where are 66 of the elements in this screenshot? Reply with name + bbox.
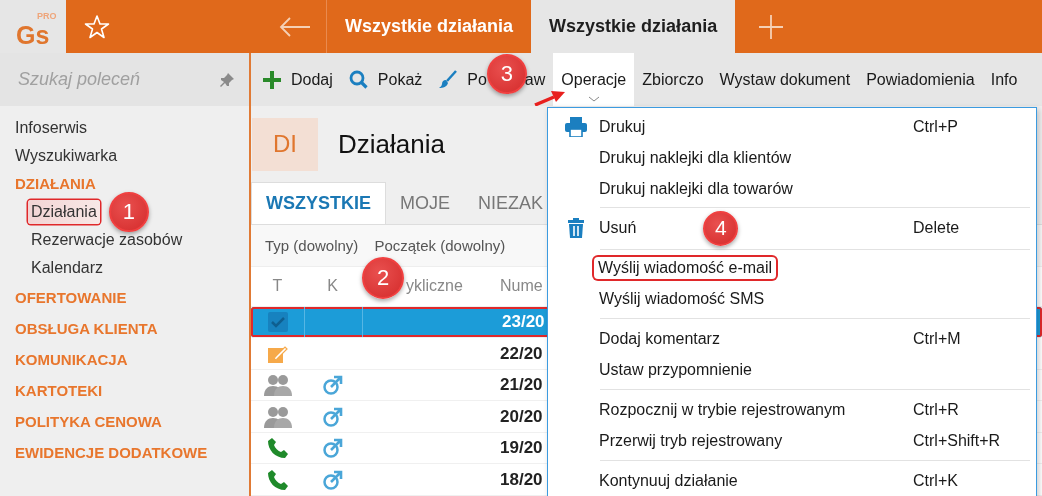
shortcut-text: Ctrl+R [913,400,960,419]
callout-badge: 4 [703,210,739,246]
phone-icon [266,468,289,491]
menu-item[interactable]: Rozpocznij w trybie rejestrowanym Ctrl+R [548,394,1036,425]
toolbar-button[interactable]: Powiadomienia [858,53,983,106]
plus-icon [263,70,281,89]
sidebar-item[interactable]: Wyszukiwarka [0,142,249,170]
menu-item[interactable]: Drukuj naklejki dla klientów [548,142,1036,173]
pin-icon[interactable] [219,71,235,88]
toolbar-button[interactable]: Zbiorczo [634,53,712,106]
column-header[interactable]: ykliczne [406,277,463,296]
brush-icon [438,70,458,89]
phone-icon [266,437,289,460]
menu-item[interactable]: Wyślij wiadomość e-mail [548,252,1036,283]
search-icon [348,70,368,89]
table-cell-text: 19/20 [500,437,543,460]
menu-item[interactable]: Drukuj Ctrl+P [548,111,1036,142]
table-cell-text: 23/20 [502,310,545,333]
search-input[interactable]: Szukaj poleceń [16,68,219,91]
shortcut-text: Ctrl+Shift+R [913,431,1002,450]
table-cell-text: 22/20 [500,342,543,365]
menu-item[interactable]: Przerwij tryb rejestrowany Ctrl+Shift+R [548,425,1036,456]
sidebar-item[interactable]: Działania [28,200,100,224]
toolbar-button[interactable]: Dodaj [255,53,341,106]
toolbar-button[interactable]: Pokaż [340,53,431,106]
view-tab[interactable]: MOJE [386,182,465,225]
filter-dropdown[interactable]: Typ (dowolny) [265,236,359,254]
sidebar-item[interactable]: Infoserwis [0,114,249,142]
people-icon [263,405,292,428]
menu-item[interactable]: Dodaj komentarz Ctrl+M [548,323,1036,354]
star-icon[interactable] [84,13,110,40]
back-arrow-icon[interactable] [279,16,311,37]
page-title: Działania [338,128,445,160]
check-icon [267,311,288,332]
toolbar-button[interactable]: Po 3 aw [430,53,554,106]
table-cell-text: 20/20 [500,405,543,428]
logo-text: Gs [16,24,50,46]
shortcut-text: Ctrl+K [913,471,959,490]
table-cell-text: 18/20 [500,468,543,491]
add-tab-icon[interactable] [759,14,784,39]
menu-item[interactable]: Kontynuuj działanie Ctrl+K [548,465,1036,496]
table-cell-text: 21/20 [500,374,543,397]
search-field[interactable]: Szukaj poleceń [0,53,251,106]
menu-item[interactable]: Wyślij wiadomość SMS [548,283,1036,314]
toolbar-button[interactable]: Operacje [553,53,635,106]
column-header[interactable]: K [327,277,338,296]
column-header[interactable]: T [272,277,283,296]
sidebar-item[interactable]: Kalendarz [28,256,107,280]
callout-badge: 2 [362,257,404,300]
people-icon [263,374,292,397]
module-badge: DI [252,117,318,171]
tab[interactable]: Wszystkie działania [531,0,736,53]
shortcut-text: Ctrl+M [913,329,962,348]
logo-pro-text: PRO [37,11,57,21]
menu-item[interactable]: Ustaw przypomnienie [548,354,1036,385]
shortcut-text: Delete [913,219,961,237]
toolbar-button[interactable]: Wystaw dokument [711,53,859,106]
trash-icon [567,218,584,238]
column-header[interactable]: Nume [500,277,543,296]
toolbar-button[interactable]: Info [982,53,1026,106]
view-tab[interactable]: WSZYSTKIE [251,182,386,225]
printer-icon [564,116,587,137]
shortcut-text: Ctrl+P [913,117,959,136]
filter-dropdown[interactable]: Początek (dowolny) [374,236,506,254]
callout-badge: 1 [108,192,149,232]
callout-arrow [534,89,566,106]
